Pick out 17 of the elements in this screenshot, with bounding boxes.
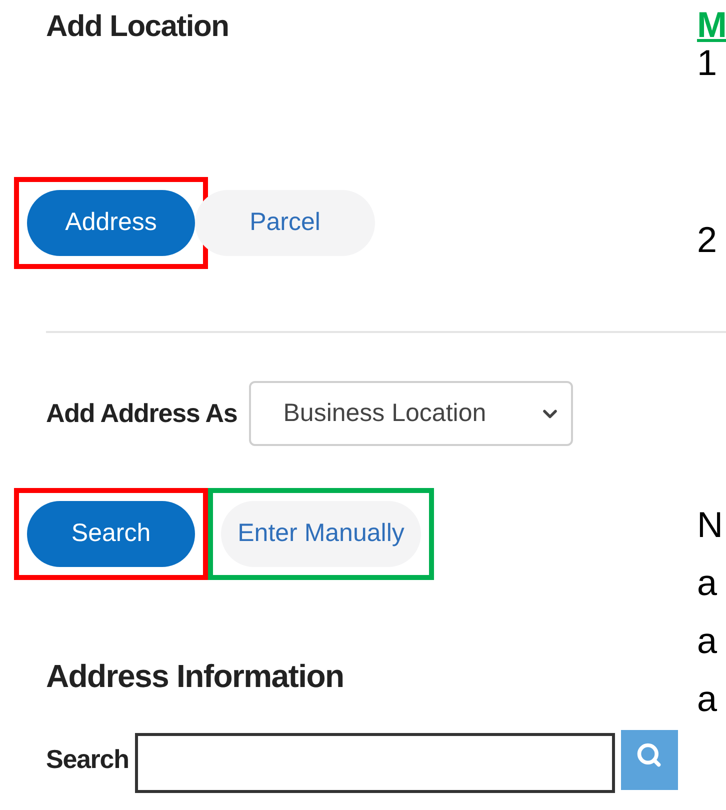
- primary-button[interactable]: Search: [27, 501, 195, 567]
- select-field[interactable]: Business Location: [249, 381, 574, 446]
- secondary-button[interactable]: Enter Manually: [221, 501, 421, 567]
- text-line: a: [697, 561, 718, 605]
- section-title: Address Information: [46, 657, 345, 696]
- text-line: a: [697, 619, 718, 663]
- search-icon: [636, 742, 662, 768]
- primary-button[interactable]: Address: [27, 190, 195, 256]
- search-button[interactable]: [620, 730, 678, 790]
- search-field[interactable]: [134, 733, 615, 793]
- field-label: Search: [46, 743, 129, 776]
- field-label: Add Address As: [46, 397, 238, 430]
- section-title: Add Location: [46, 9, 230, 45]
- text-line: N: [697, 503, 724, 547]
- secondary-button[interactable]: Parcel: [195, 190, 375, 256]
- text-line: a: [697, 677, 718, 721]
- text-line: 2: [697, 218, 718, 262]
